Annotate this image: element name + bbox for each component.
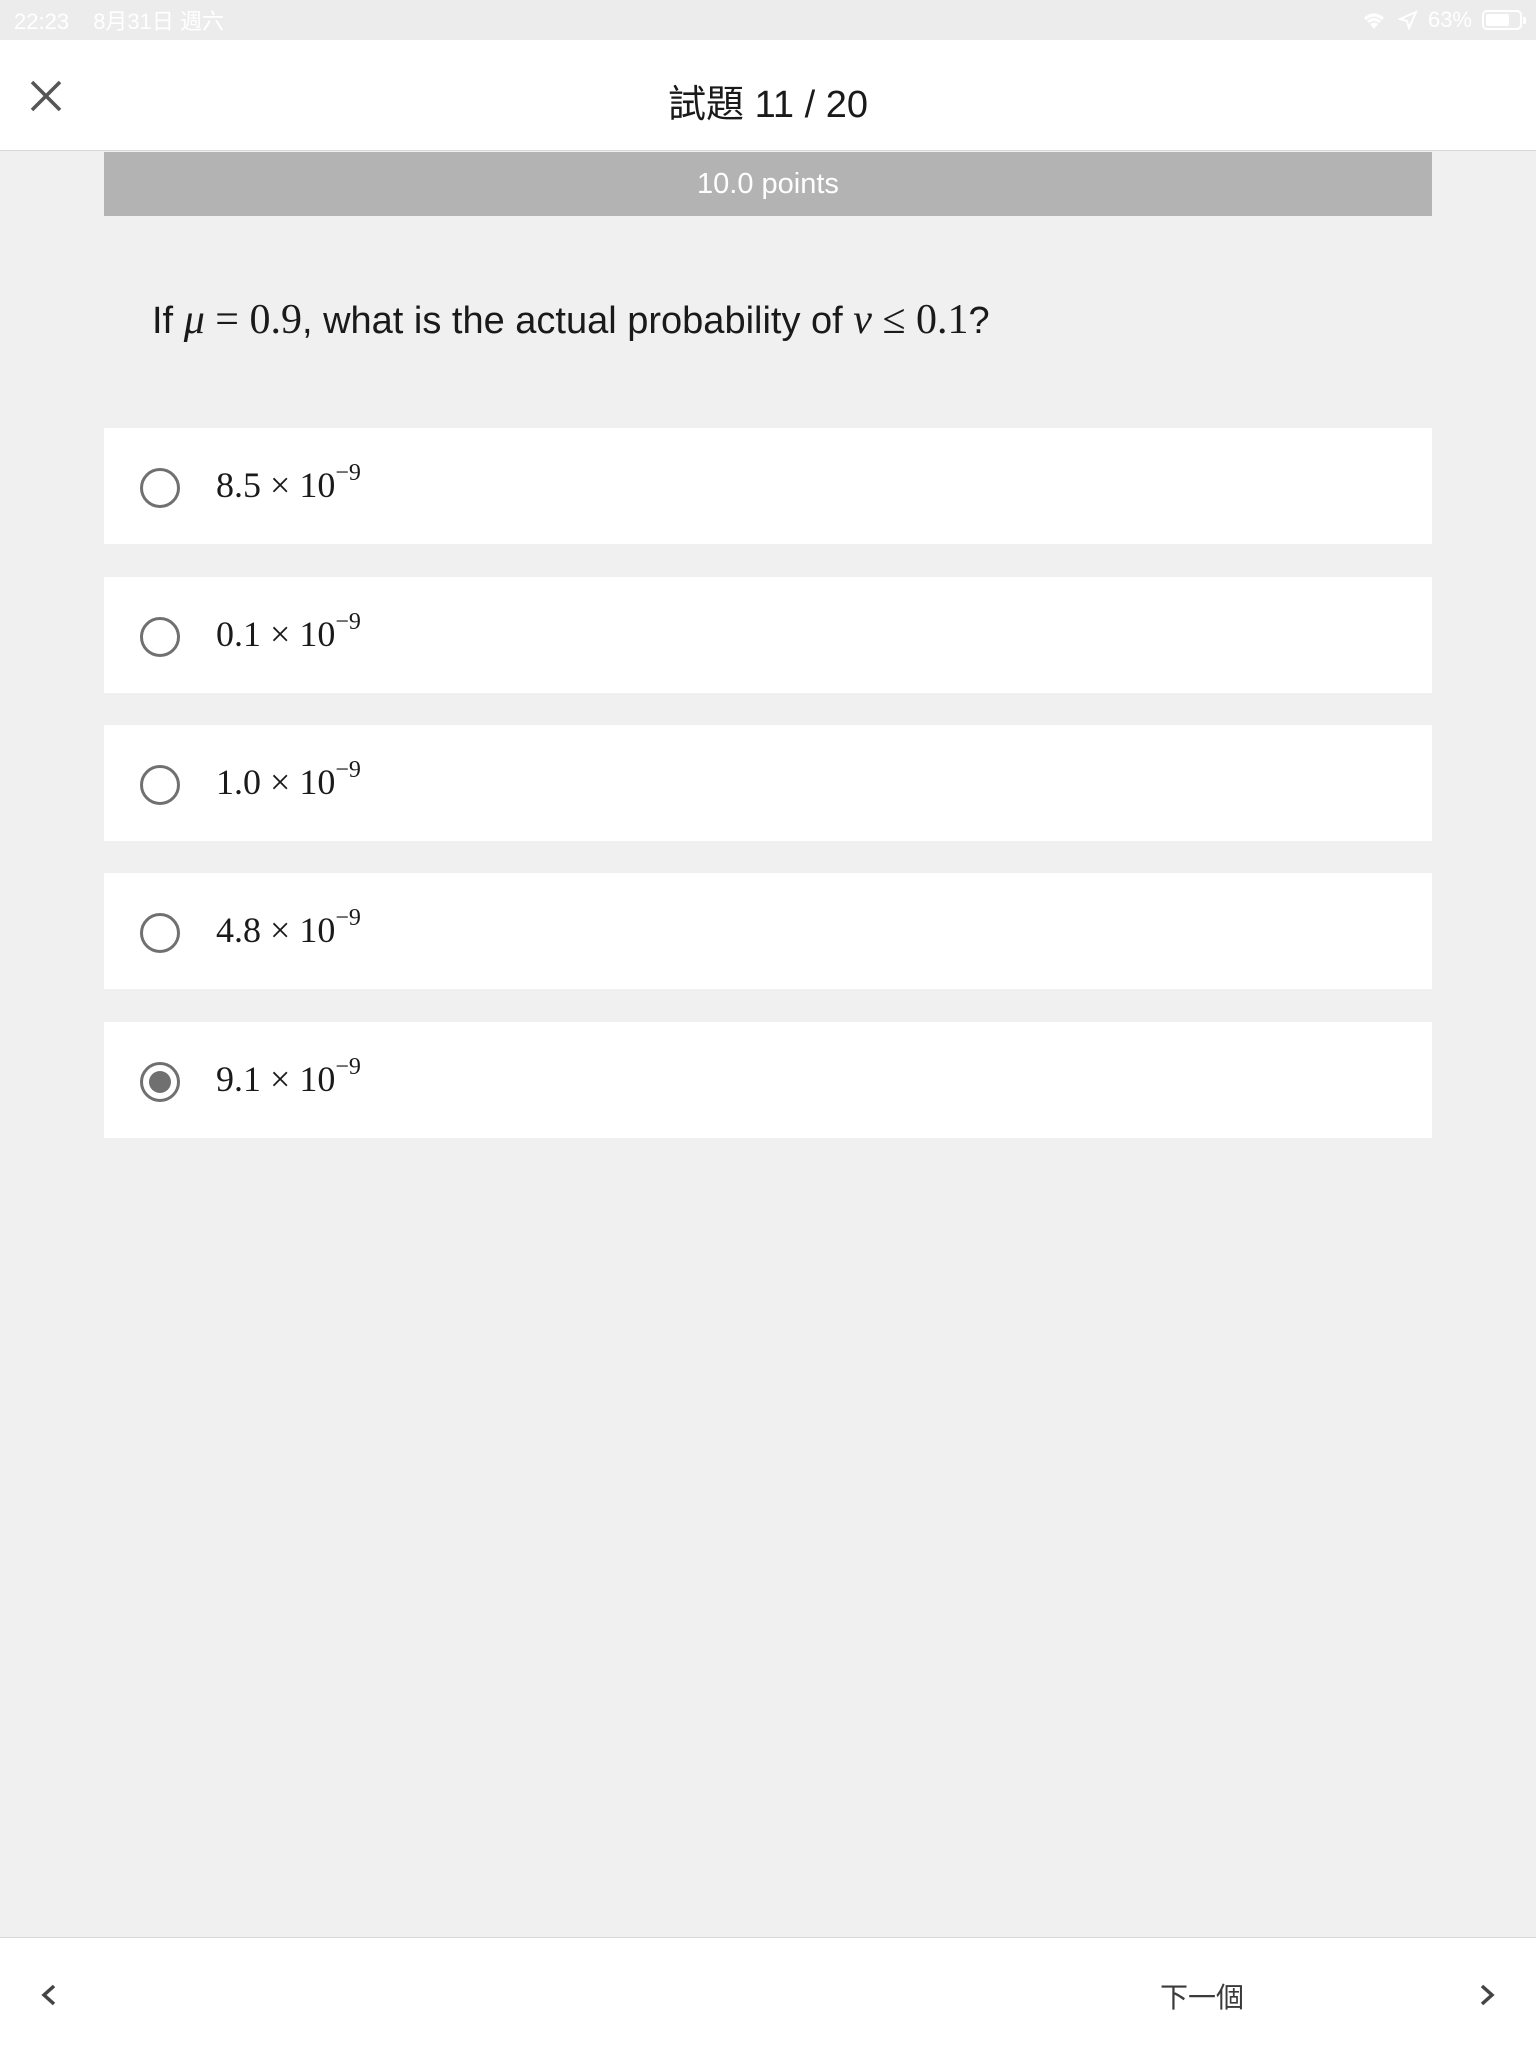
option-label: 9.1 × 10−9 [216,1054,361,1100]
option-label: 8.5 × 10−9 [216,460,361,506]
status-date: 8月31日 週六 [93,9,225,34]
option-exponent: −9 [335,757,361,783]
option-exponent: −9 [335,905,361,931]
option-times: × [270,465,291,505]
next-button[interactable]: 下一個 [1160,1976,1244,2016]
points-bar: 10.0 points [104,152,1432,216]
math-mu: μ = 0.9 [184,297,302,343]
status-time: 22:23 [14,9,70,34]
option-exponent: −9 [335,460,361,486]
option-mantissa: 8.5 [216,465,261,505]
option-base: 10 [299,1059,336,1099]
header: 試題 11 / 20 [0,40,1536,151]
option-times: × [270,614,291,654]
battery-icon [1482,10,1526,30]
option-base: 10 [299,465,336,505]
option-exponent: −9 [335,1054,361,1080]
var-mu: μ [183,297,205,343]
option-mantissa: 0.1 [216,614,261,654]
location-icon [1397,10,1418,30]
radio-unchecked-icon[interactable] [140,765,180,805]
option-base: 10 [299,614,336,654]
option-base: 10 [299,762,336,802]
status-bar: 22:23 8月31日 週六 63% [0,0,1536,40]
wifi-icon [1363,13,1384,29]
chevron-right-icon[interactable] [1470,1978,1504,2012]
var-nu: ν [853,297,872,343]
status-left: 22:23 8月31日 週六 [14,4,242,36]
question-suffix: ? [968,300,990,342]
option-label: 1.0 × 10−9 [216,757,361,803]
radio-unchecked-icon[interactable] [140,913,180,953]
page-title: 試題 11 / 20 [668,84,868,126]
radio-checked-icon[interactable] [140,1062,180,1102]
battery-percent: 63% [1427,7,1472,32]
option-mantissa: 1.0 [216,762,261,802]
option-label: 4.8 × 10−9 [216,905,361,951]
question-text: If μ = 0.9, what is the actual probabili… [152,296,990,344]
option-3[interactable]: 1.0 × 10−9 [104,725,1432,841]
option-4[interactable]: 4.8 × 10−9 [104,873,1432,989]
chevron-left-icon[interactable] [32,1978,66,2012]
option-exponent: −9 [335,609,361,635]
question-middle: , what is the actual probability of [301,300,854,342]
nu-inequality: ≤ 0.1 [871,297,969,343]
footer-nav: 下一個 [0,1937,1536,2048]
status-right: 63% [1360,7,1526,33]
radio-unchecked-icon[interactable] [140,617,180,657]
option-times: × [270,762,291,802]
option-mantissa: 4.8 [216,910,261,950]
option-base: 10 [299,910,336,950]
option-1[interactable]: 8.5 × 10−9 [104,428,1432,544]
option-label: 0.1 × 10−9 [216,609,361,655]
mu-equals: = 0.9 [204,297,302,343]
question-prefix: If [152,300,184,342]
option-mantissa: 9.1 [216,1059,261,1099]
option-times: × [270,1059,291,1099]
math-nu: ν ≤ 0.1 [853,297,968,343]
option-5[interactable]: 9.1 × 10−9 [104,1022,1432,1138]
radio-unchecked-icon[interactable] [140,468,180,508]
option-times: × [270,910,291,950]
option-2[interactable]: 0.1 × 10−9 [104,577,1432,693]
points-label: 10.0 points [697,167,839,200]
